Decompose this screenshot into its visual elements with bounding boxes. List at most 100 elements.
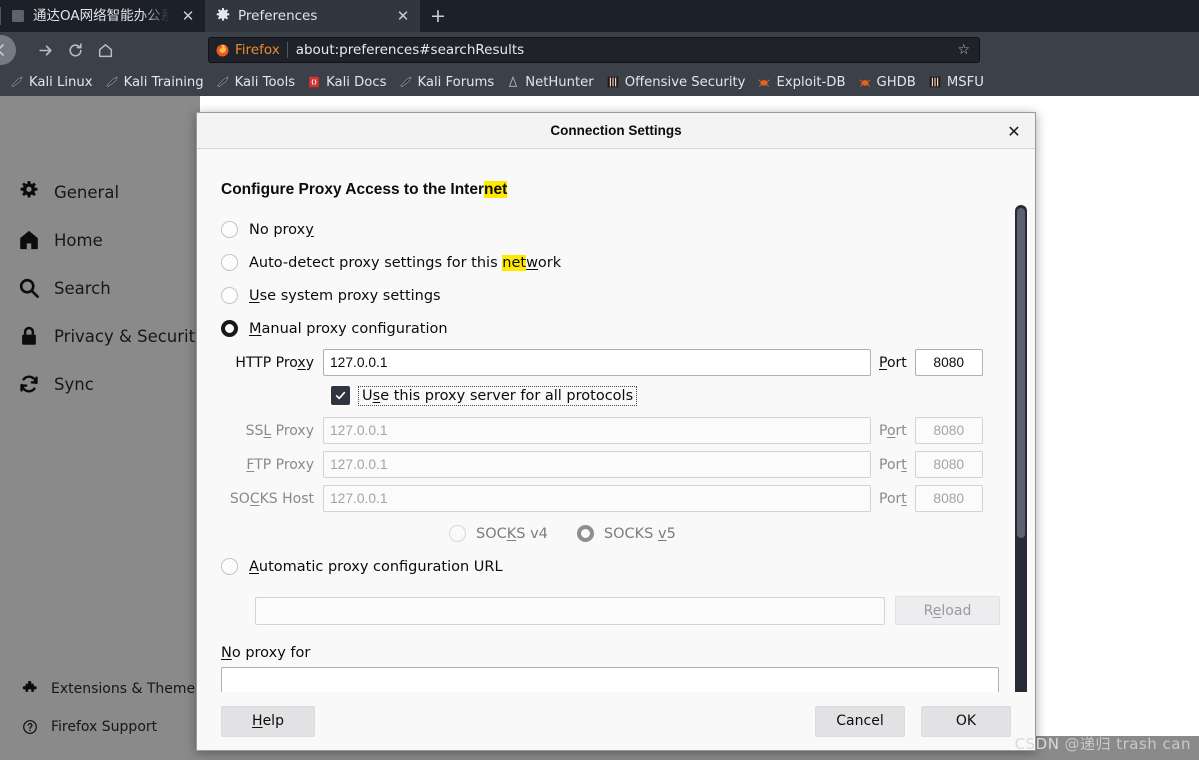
bookmark-label: Kali Tools <box>234 74 296 90</box>
socks-port-input[interactable] <box>914 485 983 512</box>
bookmark-label: MSFU <box>946 74 984 90</box>
help-button[interactable]: Help <box>221 705 315 737</box>
preferences-sidebar: General Home Search Privacy & Security S… <box>0 96 205 760</box>
bookmark-kali-tools[interactable]: Kali Tools <box>210 75 302 90</box>
ssl-proxy-input[interactable] <box>323 417 871 444</box>
url-bar[interactable]: Firefox about:preferences#searchResults … <box>208 37 980 63</box>
sidebar-item-sync[interactable]: Sync <box>0 360 200 408</box>
checkbox-all-protocols[interactable] <box>331 386 350 405</box>
radio-row-pac[interactable]: Automatic proxy configuration URL <box>221 550 1009 583</box>
offsec-icon <box>607 76 618 88</box>
radio-row-manual[interactable]: Manual proxy configuration <box>221 312 1009 345</box>
arrow-left-icon <box>0 44 4 56</box>
dragon-icon <box>105 76 118 87</box>
bookmark-label: Kali Training <box>123 74 204 90</box>
bookmark-label: Exploit-DB <box>776 74 846 90</box>
radio-pac[interactable] <box>221 558 238 575</box>
bookmark-star-icon[interactable]: ☆ <box>957 42 973 58</box>
new-tab-button[interactable]: + <box>420 0 456 32</box>
watermark: CSDN @递归 trash can <box>1015 733 1191 754</box>
bookmark-msfu[interactable]: MSFU <box>922 75 990 90</box>
bookmark-nethunter[interactable]: NetHunter <box>500 75 600 90</box>
section-heading-text: Configure Proxy Access to the Inter <box>221 181 484 198</box>
reload-button[interactable] <box>60 35 90 65</box>
bug-icon <box>758 79 771 87</box>
no-proxy-for-label: No proxy for <box>221 645 311 661</box>
back-button[interactable] <box>0 35 16 65</box>
socks-port-label: Port <box>879 490 907 507</box>
http-proxy-input[interactable] <box>323 349 871 376</box>
watermark-brand: CSDN <box>1014 734 1060 753</box>
ftp-port-input[interactable] <box>914 451 983 478</box>
field-row-ssl-proxy: SSL Proxy Port <box>221 414 1009 447</box>
tab-close-icon[interactable]: ✕ <box>394 0 412 32</box>
home-icon <box>98 43 112 57</box>
bookmark-label: GHDB <box>876 74 916 90</box>
sidebar-item-label: Firefox Support <box>51 719 158 735</box>
help-button-label: Help <box>252 713 284 729</box>
bookmark-kali-docs[interactable]: Kali Docs <box>301 75 392 90</box>
dialog-scrollbar[interactable] <box>1015 205 1027 692</box>
bookmark-kali-training[interactable]: Kali Training <box>99 75 210 90</box>
sidebar-item-label: Search <box>54 278 111 298</box>
tab-bar: 通达OA网络智能办公系统 ✕ Preferences ✕ + <box>0 0 1199 32</box>
radio-manual[interactable] <box>221 320 238 337</box>
sidebar-item-firefox-support[interactable]: Firefox Support <box>0 708 210 746</box>
cancel-button[interactable]: Cancel <box>815 705 905 737</box>
forward-button[interactable] <box>30 35 60 65</box>
radio-label-pac: Automatic proxy configuration URL <box>249 558 503 575</box>
gear-icon <box>20 181 38 198</box>
urlbar-divider <box>286 42 288 58</box>
home-button[interactable] <box>90 35 120 65</box>
radio-socks-v4[interactable] <box>449 525 466 542</box>
url-text[interactable]: about:preferences#searchResults <box>296 42 524 58</box>
tab-oa-system[interactable]: 通达OA网络智能办公系统 ✕ <box>0 0 205 32</box>
radio-socks-v5[interactable] <box>576 525 594 542</box>
radio-row-no-proxy[interactable]: No proxy <box>221 213 1009 246</box>
radio-label-use-system: Use system proxy settings <box>249 287 441 304</box>
pac-url-input[interactable] <box>255 596 885 625</box>
sidebar-item-general[interactable]: General <box>0 168 200 216</box>
bookmark-kali-forums[interactable]: Kali Forums <box>393 75 501 90</box>
sidebar-item-home[interactable]: Home <box>0 216 200 264</box>
radio-label-no-proxy: No proxy <box>249 221 314 238</box>
tab-close-icon[interactable]: ✕ <box>179 0 197 32</box>
dialog-titlebar: Connection Settings ✕ <box>197 113 1035 149</box>
bookmark-offensive-security[interactable]: Offensive Security <box>600 75 752 90</box>
sidebar-bottom-group: Extensions & Themes Firefox Support <box>0 670 210 746</box>
socks-host-input[interactable] <box>323 485 871 512</box>
radio-use-system[interactable] <box>221 287 238 304</box>
bookmark-ghdb[interactable]: GHDB <box>852 75 922 90</box>
http-port-label: Port <box>879 354 907 371</box>
reload-button[interactable]: Reload <box>895 596 1000 625</box>
firefox-brand-label: Firefox <box>235 42 280 58</box>
bug-icon <box>858 79 871 87</box>
radio-auto-detect[interactable] <box>221 254 238 271</box>
sidebar-item-extensions-themes[interactable]: Extensions & Themes <box>0 670 210 708</box>
bookmark-label: Kali Forums <box>417 74 495 90</box>
connection-settings-dialog: Connection Settings ✕ Configure Proxy Ac… <box>196 112 1036 751</box>
radio-row-use-system[interactable]: Use system proxy settings <box>221 279 1009 312</box>
no-proxy-for-textarea[interactable] <box>221 667 999 692</box>
http-port-input[interactable] <box>914 349 983 376</box>
radio-label-socks-v4: SOCKS v4 <box>476 525 548 542</box>
bookmark-exploit-db[interactable]: Exploit-DB <box>751 75 851 90</box>
scrollbar-thumb[interactable] <box>1017 208 1025 538</box>
ssl-port-input[interactable] <box>914 417 983 444</box>
bookmark-kali-linux[interactable]: Kali Linux <box>4 75 99 90</box>
radio-no-proxy[interactable] <box>221 221 238 238</box>
page-icon <box>12 10 24 22</box>
ftp-proxy-input[interactable] <box>323 451 871 478</box>
home-icon <box>20 230 38 250</box>
sidebar-item-search[interactable]: Search <box>0 264 200 312</box>
ok-button[interactable]: OK <box>921 705 1011 737</box>
watermark-user: @递归 trash can <box>1064 735 1191 753</box>
sidebar-item-privacy-security[interactable]: Privacy & Security <box>0 312 205 360</box>
dialog-body: Configure Proxy Access to the Internet N… <box>197 149 1035 692</box>
checkbox-label-all-protocols: Use this proxy server for all protocols <box>357 385 638 406</box>
radio-row-auto-detect[interactable]: Auto-detect proxy settings for this netw… <box>221 246 1009 279</box>
tab-preferences[interactable]: Preferences ✕ <box>205 0 420 32</box>
bookmarks-toolbar: Kali Linux Kali Training Kali Tools Kali… <box>0 68 1199 96</box>
close-icon[interactable]: ✕ <box>1003 120 1025 142</box>
check-row-all-protocols[interactable]: Use this proxy server for all protocols <box>331 385 1009 406</box>
